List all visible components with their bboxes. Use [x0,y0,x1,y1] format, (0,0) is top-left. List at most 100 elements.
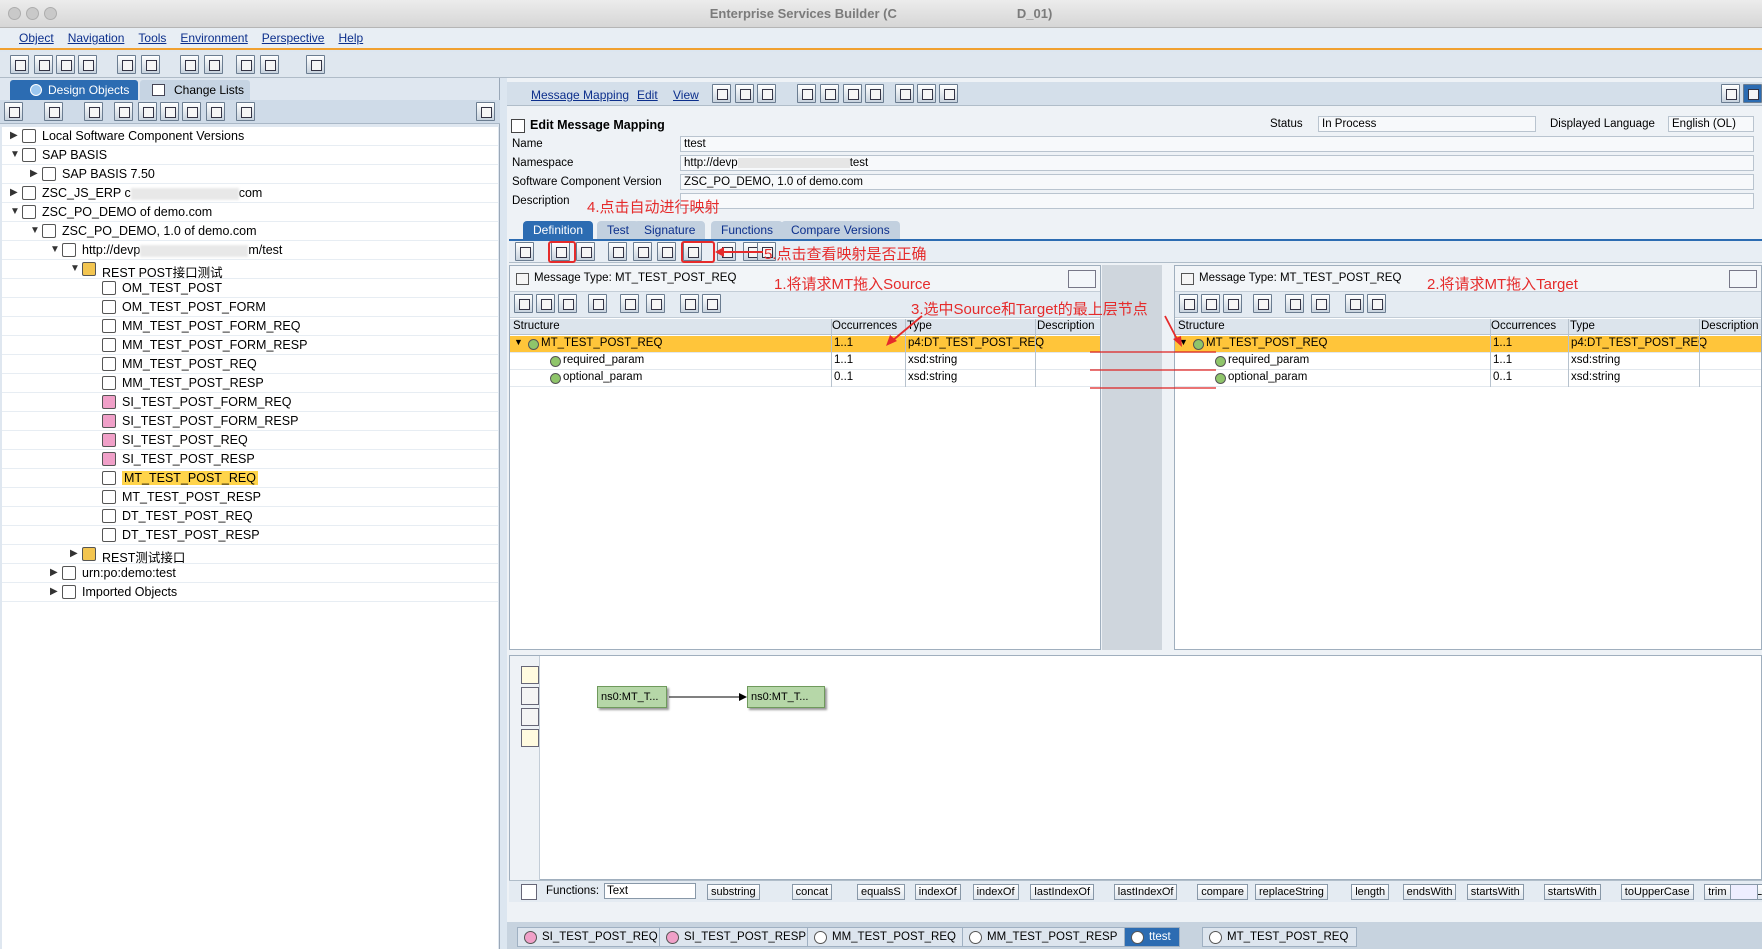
toolbar-button-3[interactable] [56,55,75,74]
editor-toolbar-button-3[interactable] [757,84,776,103]
tree-toolbar-button-9[interactable] [236,102,255,121]
toolbar-button-6[interactable] [141,55,160,74]
tree-toolbar-button-8[interactable] [206,102,225,121]
editor-toolbar-button-7[interactable] [865,84,884,103]
toolbar-button-11[interactable] [306,55,325,74]
toolbar-button-8[interactable] [204,55,223,74]
editor-toolbar-button-4[interactable] [797,84,816,103]
function-button-startswith[interactable]: startsWith [1543,884,1601,900]
open-object-tab[interactable]: SI_TEST_POST_REQ [517,927,667,947]
definition-tool-3[interactable] [576,242,595,261]
structure-tool-7[interactable] [1345,294,1364,313]
canvas-tool-1[interactable] [521,666,539,684]
functions-category-select[interactable]: Text [604,883,696,899]
collapsed-arrow-icon[interactable]: ▶ [10,130,18,141]
canvas-tool-2[interactable] [521,687,539,705]
tree-item[interactable]: OM_TEST_POST_FORM [2,298,498,317]
collapsed-arrow-icon[interactable]: ▶ [50,586,58,597]
tree-item[interactable]: SI_TEST_POST_FORM_REQ [2,393,498,412]
tree-toolbar-button-7[interactable] [182,102,201,121]
function-button-concat[interactable]: concat [791,884,833,900]
tree-item[interactable]: ▶ Local Software Component Versions [2,127,498,146]
tree-item[interactable]: MM_TEST_POST_RESP [2,374,498,393]
structure-tool-6[interactable] [1311,294,1330,313]
structure-tool-6[interactable] [646,294,665,313]
tree-toolbar-button-2[interactable] [44,102,63,121]
tree-item[interactable]: ▼ REST POST接口测试 [2,260,498,280]
tree-item[interactable]: ▶ ZSC_JS_ERP c com [2,184,498,203]
definition-tool-6[interactable] [657,242,676,261]
tree-item[interactable]: ▼ http://devp m/test [2,241,498,260]
menu-tools[interactable]: Tools [131,28,173,48]
structure-tool-8[interactable] [1367,294,1386,313]
menu-perspective[interactable]: Perspective [255,28,332,48]
function-button-compare[interactable]: compare [1197,884,1248,900]
description-field[interactable] [680,193,1754,209]
collapsed-arrow-icon[interactable]: ▶ [30,168,38,179]
editor-toolbar-button-2[interactable] [735,84,754,103]
expanded-arrow-icon[interactable]: ▼ [10,149,20,160]
function-button-touppercase[interactable]: toUpperCase [1620,884,1694,900]
collapsed-arrow-icon[interactable]: ▶ [10,187,18,198]
tree-item[interactable]: SI_TEST_POST_RESP [2,450,498,469]
tree-item[interactable]: MT_TEST_POST_RESP [2,488,498,507]
toolbar-button-9[interactable] [236,55,255,74]
tree-item[interactable]: DT_TEST_POST_RESP [2,526,498,545]
scv-field[interactable]: ZSC_PO_DEMO, 1.0 of demo.com [680,174,1754,190]
structure-tool-2[interactable] [1201,294,1220,313]
function-button-trim[interactable]: trim [1704,884,1731,900]
function-button-substring[interactable]: substring [707,884,760,900]
editor-toolbar-button-9[interactable] [917,84,936,103]
namespace-field[interactable]: http://devp test [680,155,1754,171]
editor-toolbar-button-6[interactable] [843,84,862,103]
structure-tool-5[interactable] [1285,294,1304,313]
toolbar-button-2[interactable] [34,55,53,74]
tree-item[interactable]: MM_TEST_POST_REQ [2,355,498,374]
function-button-length[interactable]: length [1351,884,1390,900]
collapsed-arrow-icon[interactable]: ▶ [70,548,78,559]
expanded-arrow-icon[interactable]: ▼ [70,263,80,274]
structure-tool-7[interactable] [680,294,699,313]
expanded-arrow-icon[interactable]: ▼ [30,225,40,236]
pin-icon[interactable] [1721,84,1740,103]
toolbar-button-10[interactable] [260,55,279,74]
function-button-replacestring[interactable]: replaceString [1255,884,1328,900]
open-object-tab[interactable]: MM_TEST_POST_REQ [807,927,965,947]
tab-signature[interactable]: Signature [634,221,706,239]
function-button-equalss[interactable]: equalsS [857,884,905,900]
function-button-endswith[interactable]: endsWith [1402,884,1457,900]
language-select[interactable]: English (OL) [1668,116,1754,132]
structure-row[interactable]: required_param 1..1 xsd:string [1175,353,1761,370]
tree-item[interactable]: ▼ SAP BASIS [2,146,498,165]
canvas-tool-4[interactable] [521,729,539,747]
function-button-indexof[interactable]: indexOf [914,884,961,900]
function-scroll-buttons[interactable] [1730,884,1758,900]
target-options-button[interactable] [1729,270,1757,288]
tree-item[interactable]: ▶ REST测试接口 [2,545,498,565]
menu-view[interactable]: View [673,88,699,102]
tree-item[interactable]: OM_TEST_POST [2,279,498,298]
menu-navigation[interactable]: Navigation [61,28,132,48]
editor-toolbar-button-5[interactable] [820,84,839,103]
structure-row[interactable]: optional_param 0..1 xsd:string [510,370,1100,387]
name-field[interactable]: ttest [680,136,1754,152]
toolbar-button-5[interactable] [117,55,136,74]
tree-toolbar-button-3[interactable] [84,102,103,121]
definition-tool-4[interactable] [608,242,627,261]
object-tree[interactable]: ▶ Local Software Component Versions ▼ SAP B… [2,127,498,949]
tab-functions[interactable]: Functions [711,221,784,239]
toolbar-button-7[interactable] [180,55,199,74]
tree-item[interactable]: MM_TEST_POST_FORM_RESP [2,336,498,355]
tree-item[interactable]: DT_TEST_POST_REQ [2,507,498,526]
structure-row[interactable]: ▼ MT_TEST_POST_REQ 1..1 p4:DT_TEST_POST_REQ [1175,336,1761,353]
function-button-lastindexof[interactable]: lastIndexOf [1113,884,1178,900]
function-button-startswith[interactable]: startsWith [1466,884,1524,900]
target-node[interactable]: ns0:MT_T... [747,686,825,708]
editor-toolbar-button-1[interactable] [712,84,731,103]
toolbar-button-4[interactable] [78,55,97,74]
tab-compare-versions[interactable]: Compare Versions [781,221,900,239]
structure-tool-3[interactable] [558,294,577,313]
structure-tool-2[interactable] [536,294,555,313]
collapsed-arrow-icon[interactable]: ▶ [50,567,58,578]
maximize-icon[interactable] [476,102,495,121]
